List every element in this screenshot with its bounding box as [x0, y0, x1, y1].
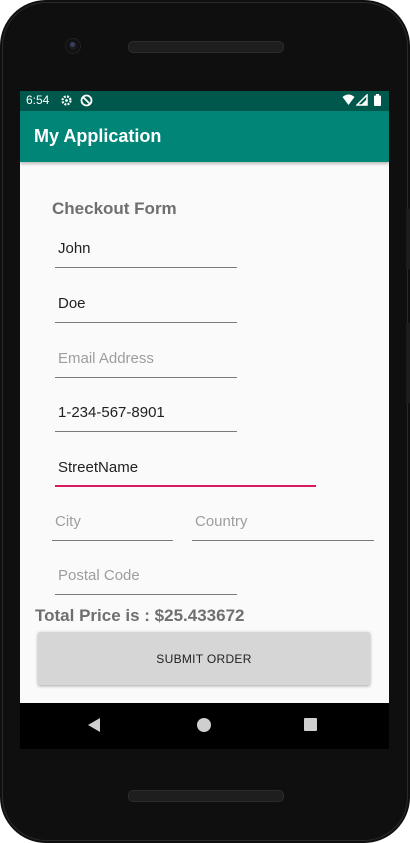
email-field[interactable]: Email Address: [55, 348, 237, 378]
email-placeholder: Email Address: [58, 350, 154, 367]
volume-button: [406, 208, 410, 270]
total-price-label: Total Price is : $25.433672: [35, 606, 245, 625]
street-value: StreetName: [58, 459, 139, 476]
front-camera: [66, 39, 80, 53]
wifi-icon: [342, 94, 355, 109]
field-underline: [192, 540, 374, 541]
battery-icon: [374, 94, 381, 109]
do-not-disturb-icon: [80, 94, 93, 110]
field-underline: [52, 540, 173, 541]
status-time: 6:54: [26, 93, 50, 107]
first-name-field[interactable]: John: [55, 238, 237, 268]
street-field[interactable]: StreetName: [55, 457, 316, 487]
navigation-bar: [20, 703, 389, 749]
phone-value: 1-234-567-8901: [58, 404, 165, 421]
bottom-speaker: [128, 790, 284, 802]
city-placeholder: City: [55, 513, 81, 530]
field-underline: [55, 377, 237, 378]
gear-icon: [60, 94, 73, 110]
app-bar: My Application: [20, 111, 389, 162]
last-name-field[interactable]: Doe: [55, 293, 237, 323]
screen: 6:54 My Application Checkout Form John D…: [20, 91, 389, 703]
app-title: My Application: [34, 126, 162, 146]
field-underline: [55, 322, 237, 323]
phone-frame: 6:54 My Application Checkout Form John D…: [0, 0, 410, 843]
form-title: Checkout Form: [52, 199, 177, 218]
last-name-value: Doe: [58, 295, 86, 312]
postal-code-placeholder: Postal Code: [58, 567, 140, 584]
submit-order-button[interactable]: SUBMIT ORDER: [38, 632, 370, 685]
home-icon[interactable]: [197, 718, 211, 732]
status-bar: 6:54: [20, 91, 389, 111]
field-underline: [55, 594, 237, 595]
first-name-value: John: [58, 240, 91, 257]
back-icon[interactable]: [88, 718, 100, 732]
postal-code-field[interactable]: Postal Code: [55, 565, 237, 595]
city-field[interactable]: City: [52, 511, 173, 541]
field-underline: [55, 267, 237, 268]
field-underline: [55, 431, 237, 432]
country-field[interactable]: Country: [192, 511, 374, 541]
recents-icon[interactable]: [304, 718, 317, 731]
signal-icon: [355, 93, 368, 109]
top-speaker: [128, 41, 284, 53]
phone-field[interactable]: 1-234-567-8901: [55, 402, 237, 432]
country-placeholder: Country: [195, 513, 248, 530]
power-button: [406, 322, 410, 404]
field-underline-focused: [55, 485, 316, 487]
